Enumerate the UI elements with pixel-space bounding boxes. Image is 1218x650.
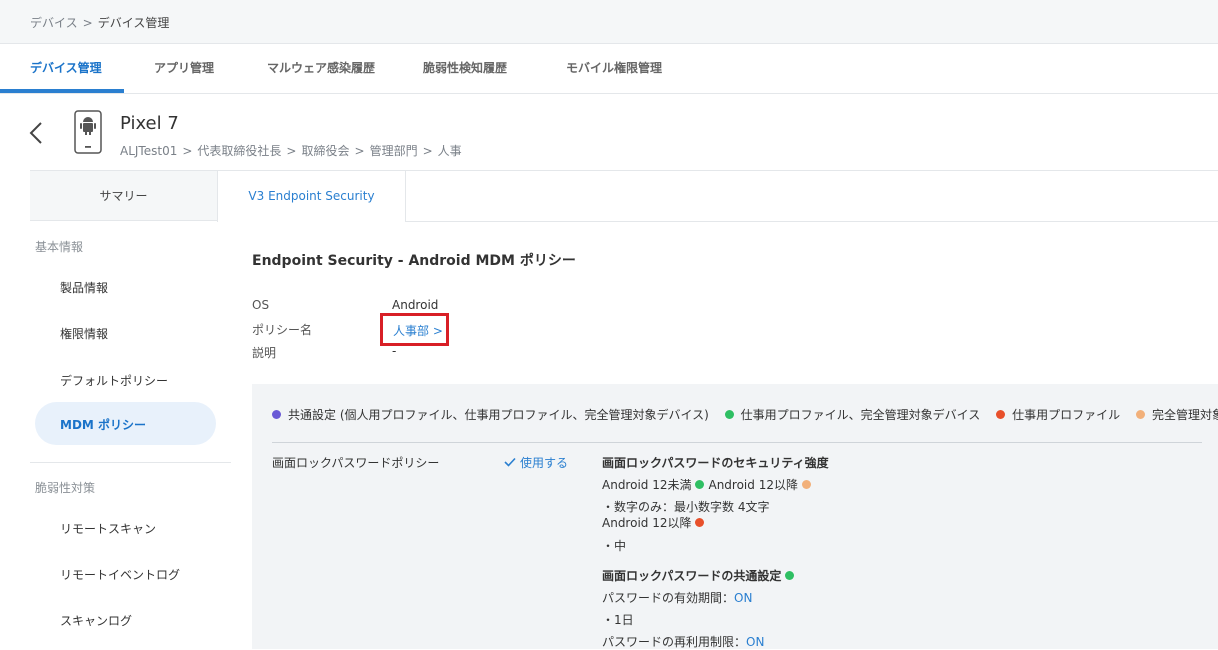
legend-label: 共通設定 (個人用プロファイル、仕事用プロファイル、完全管理対象デバイス) <box>288 408 709 422</box>
page-title: Endpoint Security - Android MDM ポリシー <box>252 253 576 269</box>
purple-dot-icon <box>272 410 281 419</box>
policy-name-link[interactable]: 人事部 > <box>393 322 443 339</box>
profile-legend: 共通設定 (個人用プロファイル、仕事用プロファイル、完全管理対象デバイス) 仕事… <box>272 406 1218 423</box>
legend-item: 共通設定 (個人用プロファイル、仕事用プロファイル、完全管理対象デバイス) <box>272 406 709 423</box>
common-settings-line: 画面ロックパスワードの共通設定 <box>602 567 798 584</box>
org-path-separator: > <box>354 144 365 158</box>
android-under-12: Android 12未満 <box>602 478 692 492</box>
password-reuse-label: パスワードの再利用制限： <box>602 635 747 649</box>
org-path-item: 代表取締役社長 <box>197 144 282 158</box>
password-reuse-line: パスワードの再利用制限：ON <box>602 633 764 650</box>
orange-dot-icon <box>801 480 811 489</box>
divider <box>30 462 231 463</box>
sidebar-item-remote-scan[interactable]: リモートスキャン <box>60 520 156 537</box>
status-label: 使用する <box>520 456 569 470</box>
policy-detail-panel: 共通設定 (個人用プロファイル、仕事用プロファイル、完全管理対象デバイス) 仕事… <box>252 384 1218 649</box>
device-org-path: ALJTest01 > 代表取締役社長 > 取締役会 > 管理部門 > 人事 <box>120 142 462 159</box>
org-path-separator: > <box>422 144 433 158</box>
strength-os-line: Android 12未満 Android 12以降 <box>602 476 815 493</box>
detail-sidebar: 基本情報 製品情報 権限情報 デフォルトポリシー MDM ポリシー 脆弱性対策 … <box>30 222 231 649</box>
red-dot-icon <box>996 410 1006 419</box>
policy-name-value: 人事部 <box>393 324 430 338</box>
legend-item: 仕事用プロファイル <box>996 406 1120 423</box>
password-expiry-label: パスワードの有効期間： <box>602 591 735 605</box>
sidebar-section-vulnerability: 脆弱性対策 <box>35 481 96 495</box>
sidebar-item-remote-event-log[interactable]: リモートイベントログ <box>60 566 180 583</box>
tab-mobile-permission[interactable]: モバイル権限管理 <box>566 44 662 94</box>
password-reuse-state: ON <box>746 635 765 649</box>
subtab-summary[interactable]: サマリー <box>30 171 217 221</box>
check-icon <box>504 456 516 470</box>
tab-device-management[interactable]: デバイス管理 <box>30 44 102 94</box>
org-path-separator: > <box>182 144 193 158</box>
green-dot-icon <box>785 571 795 580</box>
org-path-item: 人事 <box>437 144 462 158</box>
os-label: OS <box>252 298 270 312</box>
org-path-item: 管理部門 <box>369 144 418 158</box>
device-name: Pixel 7 <box>120 113 179 134</box>
tab-vulnerability-history[interactable]: 脆弱性検知履歴 <box>423 44 507 94</box>
tab-malware-history[interactable]: マルウェア感染履歴 <box>267 44 375 94</box>
policy-name-label: ポリシー名 <box>252 323 313 337</box>
active-tab-indicator <box>0 89 124 93</box>
green-dot-icon <box>695 480 705 489</box>
legend-label: 仕事用プロファイル <box>1012 408 1121 422</box>
breadcrumb: デバイス > デバイス管理 <box>30 14 169 31</box>
sidebar-item-permission-info[interactable]: 権限情報 <box>60 325 108 342</box>
orange-dot-icon <box>1135 410 1145 419</box>
sidebar-item-default-policy[interactable]: デフォルトポリシー <box>60 372 168 389</box>
android-12-plus: Android 12以降 <box>708 478 798 492</box>
policy-name-highlight: 人事部 > <box>380 313 449 346</box>
description-label: 説明 <box>252 346 277 360</box>
policy-row-label: 画面ロックパスワードポリシー <box>272 456 440 470</box>
strength-medium: ・中 <box>602 539 627 553</box>
strength-title: 画面ロックパスワードのセキュリティ強度 <box>602 456 829 470</box>
org-path-item: 取締役会 <box>301 144 350 158</box>
breadcrumb-separator: > <box>82 16 93 30</box>
description-value: - <box>392 344 397 358</box>
breadcrumb-parent[interactable]: デバイス <box>30 16 78 30</box>
org-path-item: ALJTest01 <box>120 144 178 158</box>
os-value: Android <box>392 298 439 312</box>
sidebar-section-basic-info: 基本情報 <box>35 240 84 254</box>
green-dot-icon <box>724 410 734 419</box>
tab-app-management[interactable]: アプリ管理 <box>154 44 214 94</box>
password-expiry-line: パスワードの有効期間：ON <box>602 589 752 606</box>
legend-label: 仕事用プロファイル、完全管理対象デバイス <box>740 408 981 422</box>
sidebar-item-scan-log[interactable]: スキャンログ <box>60 612 132 629</box>
common-settings-title: 画面ロックパスワードの共通設定 <box>602 569 782 583</box>
android-phone-icon <box>74 110 102 154</box>
android-12-plus: Android 12以降 <box>602 516 692 530</box>
strength-digits-only: ・数字のみ：最小数字数 4文字 <box>602 500 770 514</box>
legend-item: 完全管理対象デバイス <box>1135 406 1218 423</box>
red-dot-icon <box>695 518 705 527</box>
sidebar-item-label: MDM ポリシー <box>60 418 147 432</box>
subtab-endpoint-security[interactable]: V3 Endpoint Security <box>217 171 406 222</box>
breadcrumb-current: デバイス管理 <box>97 16 170 30</box>
password-expiry-state: ON <box>734 591 753 605</box>
policy-row-status: 使用する <box>504 454 568 471</box>
strength-android-12-plus-line: Android 12以降 <box>602 514 708 531</box>
sidebar-item-mdm-policy[interactable]: MDM ポリシー <box>35 402 216 445</box>
org-path-separator: > <box>286 144 297 158</box>
main-tabs: デバイス管理 アプリ管理 マルウェア感染履歴 脆弱性検知履歴 モバイル権限管理 <box>0 44 1218 94</box>
legend-item: 仕事用プロファイル、完全管理対象デバイス <box>724 406 981 423</box>
legend-label: 完全管理対象デバイス <box>1151 408 1218 422</box>
back-arrow-icon[interactable] <box>28 121 46 145</box>
password-expiry-value: ・1日 <box>602 613 634 627</box>
sidebar-item-product-info[interactable]: 製品情報 <box>60 279 108 296</box>
divider <box>272 442 1202 443</box>
breadcrumb-bar: デバイス > デバイス管理 <box>0 0 1218 44</box>
divider <box>406 221 1218 222</box>
chevron-right-icon: > <box>432 324 443 338</box>
